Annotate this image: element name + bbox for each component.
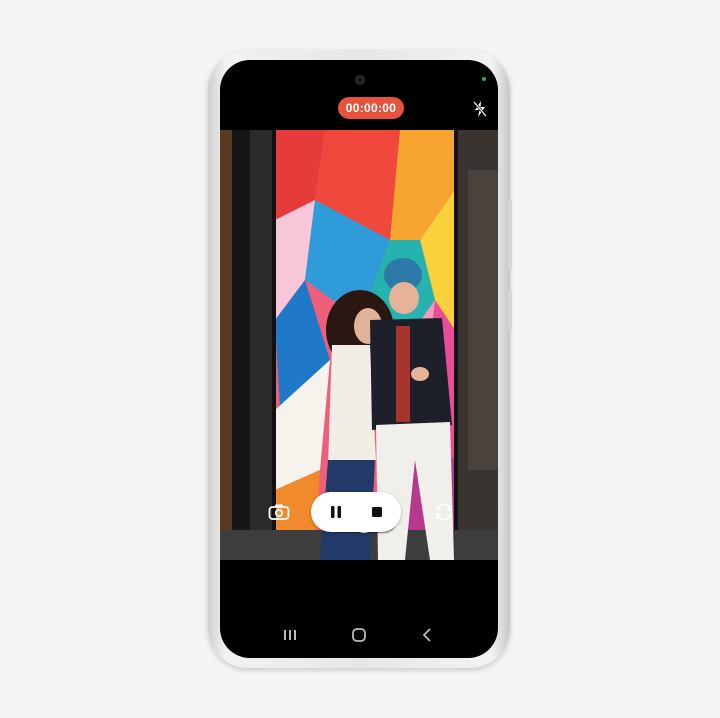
camera-in-use-indicator [482, 77, 486, 81]
recents-icon[interactable] [275, 620, 305, 650]
product-stage: 00:00:00 [0, 0, 720, 718]
phone-frame: 00:00:00 [208, 50, 512, 668]
stop-icon[interactable] [366, 501, 388, 523]
back-icon[interactable] [413, 620, 443, 650]
volume-button [508, 200, 512, 270]
home-icon[interactable] [344, 620, 374, 650]
camera-viewfinder[interactable]: .6 1× 3 [220, 130, 498, 560]
switch-camera-icon[interactable] [432, 500, 456, 524]
power-button [508, 290, 512, 330]
front-camera-icon [355, 75, 365, 85]
pause-icon[interactable] [325, 501, 347, 523]
camera-icon[interactable] [268, 503, 290, 521]
recording-timer: 00:00:00 [338, 97, 404, 119]
recording-controls [311, 492, 401, 532]
navigation-bar [220, 620, 498, 650]
phone-screen: 00:00:00 [220, 60, 498, 658]
flash-off-icon[interactable] [472, 100, 488, 118]
